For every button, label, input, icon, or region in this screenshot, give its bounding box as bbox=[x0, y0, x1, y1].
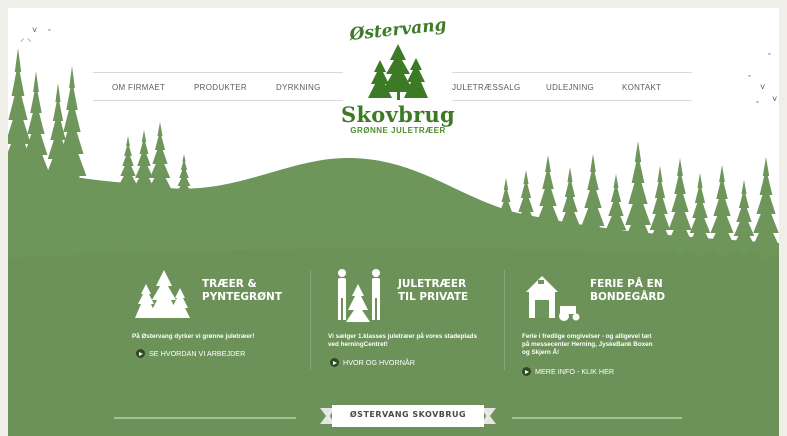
conifer-tree bbox=[665, 158, 695, 256]
card-link-2[interactable]: HVOR OG HVORNÅR bbox=[330, 358, 415, 367]
logo-main-text: Skovbrug bbox=[340, 102, 456, 127]
svg-text:ˇ: ˇ bbox=[768, 52, 771, 62]
nav-om-firmaet[interactable]: OM FIRMAET bbox=[112, 83, 165, 92]
farmhouse-icon bbox=[526, 276, 580, 321]
card-ferie: FERIE PÅ EN BONDEGÅRD Ferie i fredlige o… bbox=[518, 264, 708, 384]
conifer-tree bbox=[533, 155, 563, 248]
conifer-tree bbox=[707, 165, 737, 258]
logo[interactable]: Østervang Skovbrug GRØNNE JULETRÆER bbox=[338, 15, 458, 140]
footer-line-right bbox=[512, 417, 682, 419]
footer-line-left bbox=[114, 417, 296, 419]
conifer-tree bbox=[750, 157, 779, 260]
conifer-tree bbox=[578, 154, 608, 252]
card-link-3[interactable]: MERE INFO - KLIK HER bbox=[522, 367, 614, 376]
conifer-tree bbox=[147, 122, 173, 200]
conifer-tree bbox=[622, 141, 654, 254]
birds-right: ˇ˅ˇˇ˅ bbox=[748, 52, 777, 110]
nav-line-right bbox=[452, 72, 692, 73]
logo-sub-text: GRØNNE JULETRÆER bbox=[350, 126, 446, 135]
conifer-tree bbox=[513, 170, 539, 248]
divider-1 bbox=[310, 270, 311, 370]
card-title-3a: FERIE PÅ EN bbox=[590, 278, 663, 290]
footer-banner-text: ØSTERVANG SKOVBRUG bbox=[349, 410, 467, 419]
logo-trees-icon bbox=[368, 44, 428, 100]
card-link-1-label: SE HVORDAN VI ARBEJDER bbox=[149, 349, 246, 358]
svg-text:⸝ ⸜: ⸝ ⸜ bbox=[20, 33, 32, 43]
conifer-tree bbox=[57, 66, 87, 184]
card-title-1b: PYNTEGRØNT bbox=[202, 291, 283, 303]
play-icon bbox=[330, 358, 339, 367]
play-icon bbox=[522, 367, 531, 376]
card-link-1[interactable]: SE HVORDAN VI ARBEJDER bbox=[136, 349, 245, 358]
divider-2 bbox=[504, 270, 505, 370]
card-link-2-label: HVOR OG HVORNÅR bbox=[343, 358, 415, 367]
card-traeer: TRÆER & PYNTEGRØNT På Østervang dyrker v… bbox=[126, 264, 316, 384]
svg-text:˅: ˅ bbox=[760, 82, 765, 92]
card-text-3: Ferie i fredlige omgivelser - og alligev… bbox=[522, 333, 653, 356]
nav-juletraessalg[interactable]: JULETRÆSSALG bbox=[452, 83, 521, 92]
card-title-3b: BONDEGÅRD bbox=[590, 291, 666, 303]
nav-udlejning[interactable]: UDLEJNING bbox=[546, 83, 594, 92]
card-title-1a: TRÆER & bbox=[202, 278, 257, 290]
conifer-tree bbox=[118, 136, 138, 194]
svg-text:˅: ˅ bbox=[772, 94, 777, 104]
nav-kontakt[interactable]: KONTAKT bbox=[622, 83, 661, 92]
svg-text:ˇ: ˇ bbox=[756, 100, 759, 110]
card-title-2b: TIL PRIVATE bbox=[398, 291, 469, 303]
card-juletraeer: JULETRÆER TIL PRIVATE Vi sælger 1.klasse… bbox=[322, 264, 512, 384]
page: ⸝ ⸜ ˅ ˇ ˇ ˅ ˇ ˇ ˅ OM FIRMAET PRODUKTER DYRKNIN… bbox=[8, 8, 779, 436]
people-with-tree-icon bbox=[338, 269, 380, 322]
svg-text:ˇ: ˇ bbox=[748, 74, 751, 84]
birds-left: ⸝ ⸜˅ ˇ bbox=[20, 25, 51, 43]
card-title-2a: JULETRÆER bbox=[398, 278, 467, 290]
card-link-3-label: MERE INFO - KLIK HER bbox=[535, 367, 615, 376]
conifer-tree bbox=[557, 167, 583, 250]
conifer-tree bbox=[21, 71, 51, 184]
nav-dyrkning[interactable]: DYRKNING bbox=[276, 83, 321, 92]
svg-text:˅: ˅ bbox=[32, 25, 37, 35]
nav-line-right-bottom bbox=[452, 100, 692, 101]
card-text-1: På Østervang dyrker vi grønne juletræer! bbox=[132, 333, 255, 340]
trees-icon bbox=[135, 270, 190, 318]
play-icon bbox=[136, 349, 145, 358]
conifer-tree bbox=[687, 173, 713, 256]
svg-text:ˇ: ˇ bbox=[48, 28, 51, 38]
footer-banner: ØSTERVANG SKOVBRUG bbox=[320, 404, 496, 428]
card-text-2: Vi sælger 1.klasses juletræer på vores s… bbox=[328, 333, 477, 348]
nav-produkter[interactable]: PRODUKTER bbox=[194, 83, 247, 92]
nav-line-left bbox=[93, 72, 343, 73]
nav-line-left-bottom bbox=[93, 100, 343, 101]
